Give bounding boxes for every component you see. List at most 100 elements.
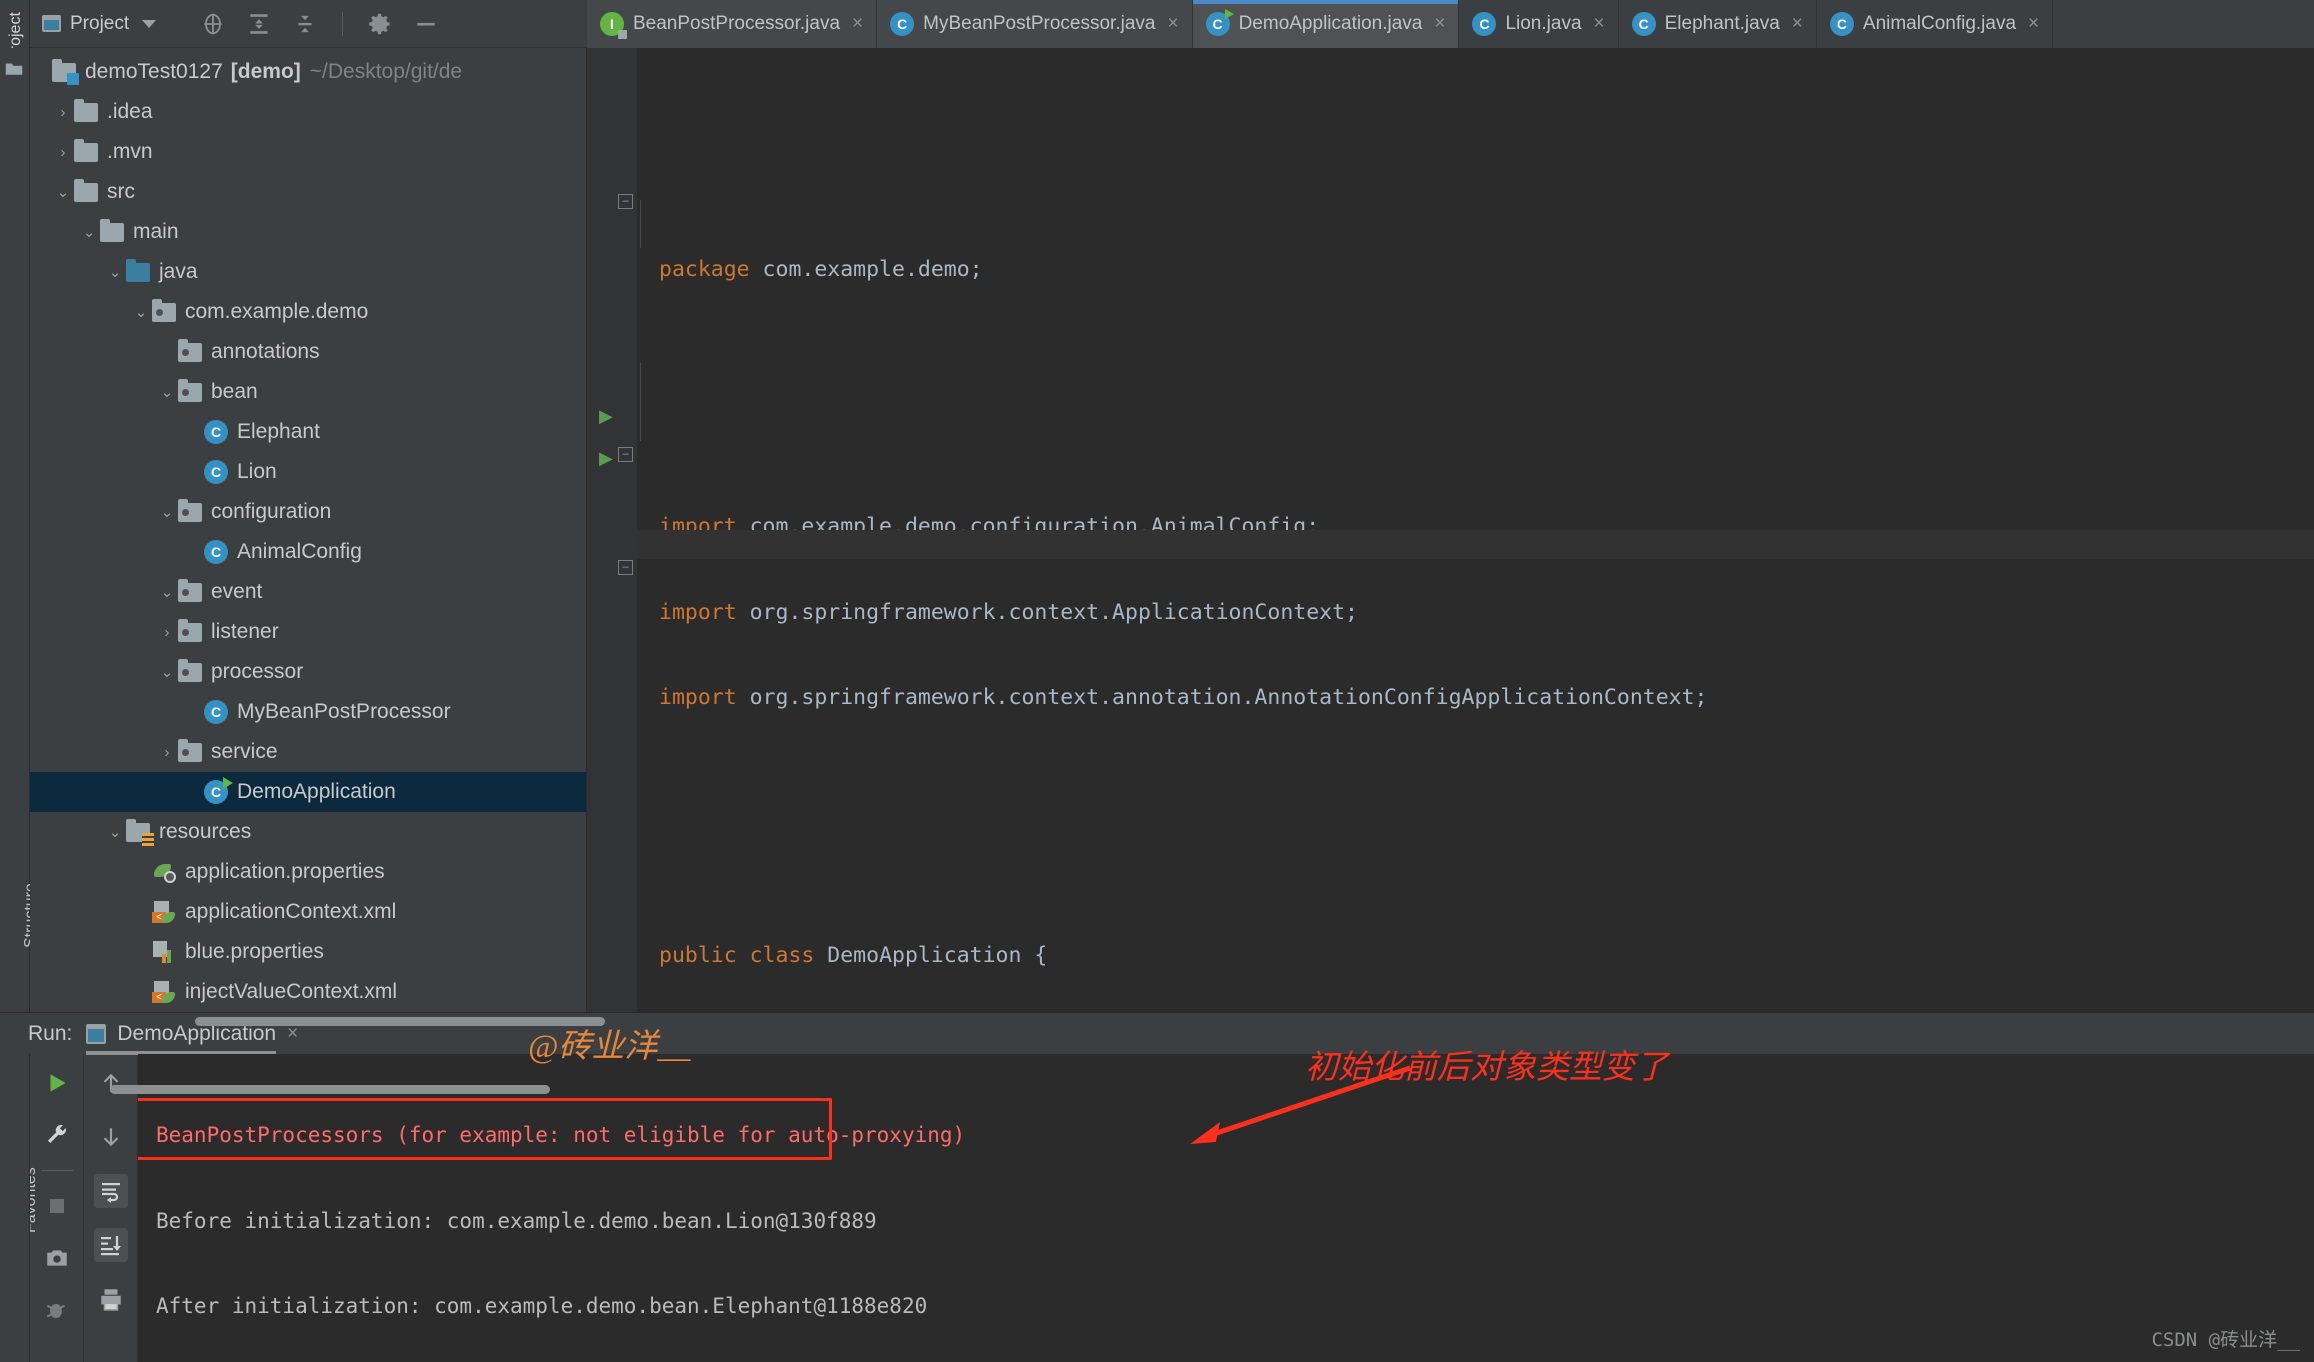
editor-tab-5[interactable]: C AnimalConfig.java × <box>1816 0 2054 48</box>
fold-icon[interactable]: – <box>618 447 633 462</box>
tree-node-configuration[interactable]: ⌄ configuration <box>30 492 586 532</box>
expand-all-icon[interactable] <box>246 11 272 37</box>
soft-wrap-icon[interactable] <box>93 1174 128 1208</box>
folder-icon <box>74 178 100 202</box>
editor-tab-label: DemoApplication.java <box>1238 13 1423 34</box>
left-tool-rail: Structure Favorites <box>0 48 39 1233</box>
chevron-down-icon[interactable] <box>142 19 157 28</box>
chevron-down-icon[interactable]: ⌄ <box>104 823 126 841</box>
up-arrow-icon[interactable] <box>94 1066 128 1100</box>
tree-node-main[interactable]: ⌄ main <box>30 212 586 252</box>
chevron-right-icon[interactable]: › <box>52 104 74 121</box>
toolbar-divider <box>342 11 344 36</box>
editor-text[interactable]: package com.example.demo; import com.exa… <box>637 48 2314 1012</box>
tree-node-mvn[interactable]: › .mvn <box>30 132 586 172</box>
close-icon[interactable]: × <box>1434 13 1445 35</box>
editor-tab-4[interactable]: C Elephant.java × <box>1618 0 1817 48</box>
close-icon[interactable]: × <box>2028 13 2039 35</box>
tree-node-processor[interactable]: ⌄ processor <box>30 652 586 692</box>
locate-icon[interactable] <box>200 11 226 37</box>
fold-icon[interactable]: – <box>618 194 633 209</box>
close-icon[interactable]: × <box>1594 13 1605 35</box>
project-tree[interactable]: \u203a demoTest0127 [demo] ~/Desktop/git… <box>30 48 587 1012</box>
tree-node-application-properties[interactable]: › application.properties <box>30 852 586 892</box>
editor-gutter[interactable]: ▶ ▶ – – – <box>587 48 637 1012</box>
run-gutter-icon[interactable]: ▶ <box>599 406 613 427</box>
class-icon: C <box>890 12 915 36</box>
source-folder-icon <box>126 258 152 282</box>
chevron-down-icon[interactable]: ⌄ <box>156 383 178 401</box>
tree-node-mybeanpostprocessor[interactable]: › C MyBeanPostProcessor <box>30 692 586 732</box>
tree-node-label: .mvn <box>107 140 153 163</box>
tree-node-elephant[interactable]: › C Elephant <box>30 412 586 452</box>
editor-tab-2[interactable]: C DemoApplication.java × <box>1192 0 1460 48</box>
tree-node-lion[interactable]: › C Lion <box>30 452 586 492</box>
tree-node-project-root[interactable]: \u203a demoTest0127 [demo] ~/Desktop/git… <box>30 52 586 92</box>
tree-node-java[interactable]: ⌄ java <box>30 252 586 292</box>
tree-node-label: AnimalConfig <box>237 540 362 563</box>
close-icon[interactable]: × <box>852 13 863 35</box>
folder-icon <box>74 138 100 162</box>
chevron-down-icon[interactable]: ⌄ <box>52 183 74 201</box>
chevron-down-icon[interactable]: ⌄ <box>156 663 178 681</box>
tree-node-event[interactable]: ⌄ event <box>30 572 586 612</box>
tree-node-service[interactable]: › service <box>30 732 586 772</box>
camera-icon[interactable] <box>40 1241 74 1275</box>
editor-tab-1[interactable]: C MyBeanPostProcessor.java × <box>877 0 1193 48</box>
module-folder-icon <box>52 58 79 85</box>
tree-node-listener[interactable]: › listener <box>30 612 586 652</box>
close-icon[interactable]: × <box>1792 13 1803 35</box>
fold-icon[interactable]: – <box>618 560 633 575</box>
tree-node-label: processor <box>211 660 304 683</box>
editor-tab-0[interactable]: I BeanPostProcessor.java × <box>587 0 878 48</box>
editor-tab-label: Lion.java <box>1505 13 1582 34</box>
chevron-down-icon[interactable]: ⌄ <box>104 263 126 281</box>
console-horizontal-scrollbar[interactable] <box>110 1085 550 1094</box>
gear-icon[interactable] <box>367 11 393 37</box>
chevron-down-icon[interactable]: ⌄ <box>130 303 152 321</box>
chevron-down-icon[interactable]: ⌄ <box>156 503 178 521</box>
close-icon[interactable]: × <box>1167 13 1178 35</box>
tree-node-blue-properties[interactable]: › blue.properties <box>30 932 586 972</box>
tree-node-applicationcontext-xml[interactable]: › < applicationContext.xml <box>30 892 586 932</box>
chevron-right-icon[interactable]: › <box>156 744 178 761</box>
tree-node-demoapplication[interactable]: › C DemoApplication <box>30 772 586 812</box>
stop-icon[interactable] <box>40 1189 74 1223</box>
chevron-down-icon[interactable]: ⌄ <box>78 223 100 241</box>
hide-panel-icon[interactable] <box>413 11 439 37</box>
scroll-to-end-icon[interactable] <box>93 1228 128 1262</box>
down-arrow-icon[interactable] <box>94 1120 128 1154</box>
class-icon: C <box>204 700 230 724</box>
editor-tab-label: AnimalConfig.java <box>1862 13 2017 34</box>
tree-node-label: application.properties <box>185 860 385 883</box>
tree-node-resources[interactable]: ⌄ resources <box>30 812 586 852</box>
tree-node-label: .idea <box>107 100 153 123</box>
chevron-right-icon[interactable]: › <box>52 144 74 161</box>
tree-node-module-suffix: [demo] <box>230 60 301 83</box>
package-icon <box>178 378 204 402</box>
console-output[interactable]: BeanPostProcessors (for example: not eli… <box>138 1054 2314 1362</box>
code-editor[interactable]: ▶ ▶ – – – package com.example.demo; impo… <box>587 48 2314 1012</box>
tree-node-animalconfig[interactable]: › C AnimalConfig <box>30 532 586 572</box>
tree-node-annotations[interactable]: › annotations <box>30 332 586 372</box>
run-gutter-icon[interactable]: ▶ <box>599 448 613 469</box>
tree-node-idea[interactable]: › .idea <box>30 92 586 132</box>
tree-node-src[interactable]: ⌄ src <box>30 172 586 212</box>
tree-node-package-com-example-demo[interactable]: ⌄ com.example.demo <box>30 292 586 332</box>
tree-node-bean[interactable]: ⌄ bean <box>30 372 586 412</box>
console-line-2: After initialization: com.example.demo.b… <box>156 1294 928 1318</box>
chevron-down-icon[interactable]: ⌄ <box>156 583 178 601</box>
tree-node-injectvaluecontext-xml[interactable]: › < injectValueContext.xml <box>30 972 586 1012</box>
project-view-selector[interactable]: Project <box>42 13 157 35</box>
print-icon[interactable] <box>94 1282 128 1316</box>
chevron-right-icon[interactable]: › <box>156 624 178 641</box>
wrench-icon[interactable] <box>40 1118 74 1152</box>
editor-tab-label: MyBeanPostProcessor.java <box>923 13 1156 34</box>
collapse-all-icon[interactable] <box>292 11 318 37</box>
editor-tab-3[interactable]: C Lion.java × <box>1459 0 1619 48</box>
project-folder-icon <box>5 60 23 76</box>
debug-icon[interactable] <box>40 1293 74 1327</box>
run-icon[interactable] <box>40 1066 74 1100</box>
